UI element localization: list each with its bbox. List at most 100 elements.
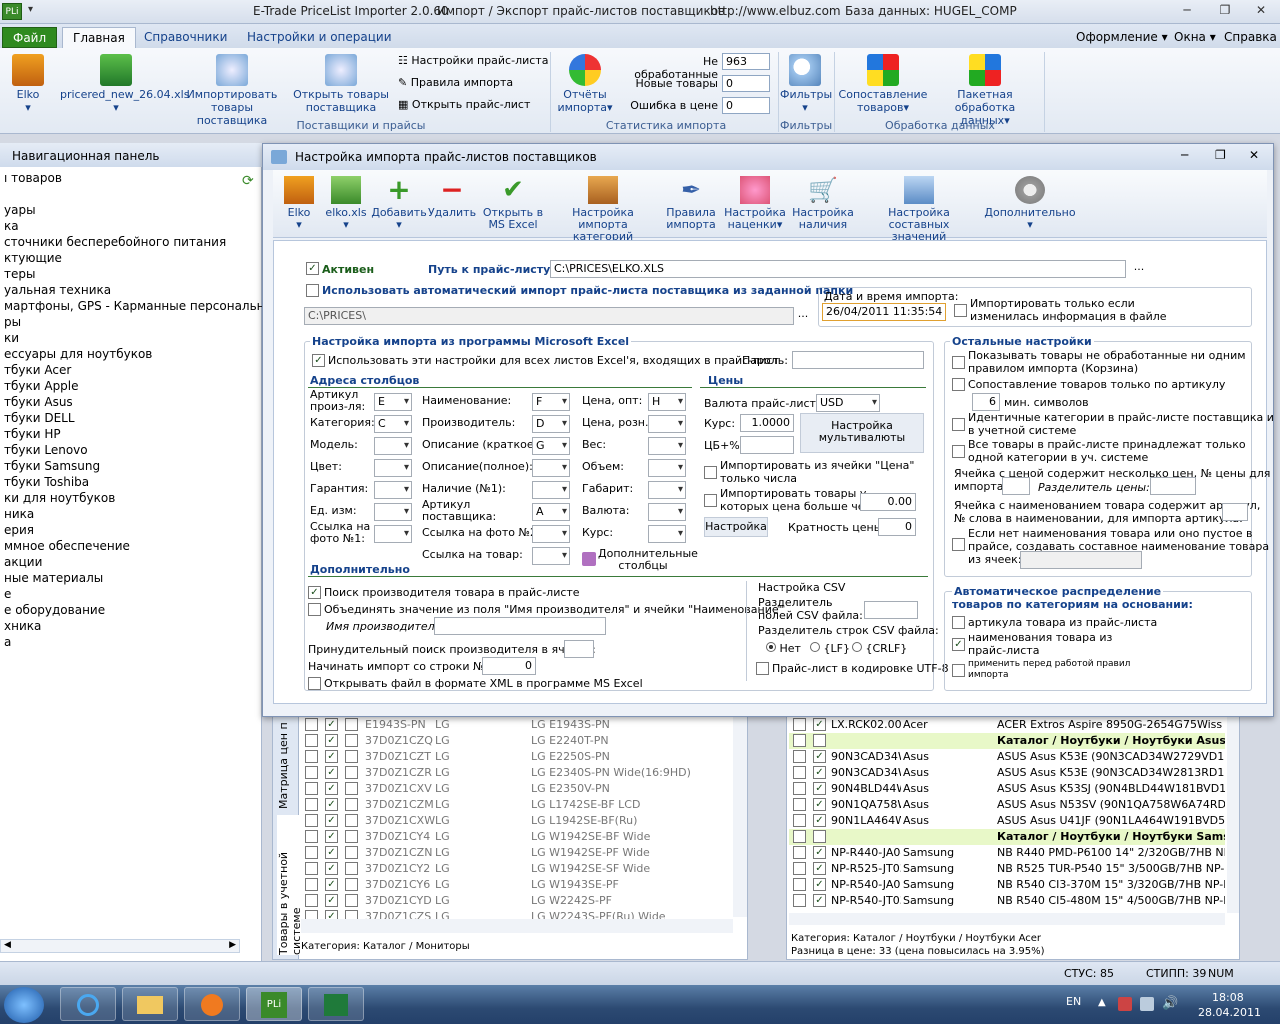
row-checkbox[interactable] bbox=[305, 750, 318, 763]
row-checkbox[interactable] bbox=[305, 846, 318, 859]
tab-price-matrix[interactable]: Матрица цен п bbox=[277, 719, 290, 809]
row-checkbox[interactable] bbox=[345, 878, 358, 891]
nav-tree[interactable]: ı товаров уары ка сточники бесперебойного п… bbox=[0, 171, 274, 951]
extra-columns-link[interactable]: Дополнительные столбцы bbox=[598, 548, 698, 572]
row-checkbox[interactable] bbox=[345, 862, 358, 875]
row-checkbox[interactable]: ✓ bbox=[325, 798, 338, 811]
maker-name-input[interactable] bbox=[434, 617, 606, 635]
find-maker-checkbox[interactable]: ✓ bbox=[308, 585, 321, 599]
table-row[interactable]: ✓ 90N1LA464W Asus ASUS Asus U41JF (90N1LA46… bbox=[789, 813, 1225, 829]
composite-name-checkbox[interactable] bbox=[952, 537, 965, 551]
pricelist-settings-link[interactable]: ☷ Настройки прайс-листа bbox=[398, 54, 548, 67]
table-row[interactable]: ✓ LX.RCK02.007 Acer ACER Extros Aspire 8950… bbox=[789, 717, 1225, 733]
row-checkbox[interactable] bbox=[793, 862, 806, 875]
row-checkbox[interactable]: ✓ bbox=[325, 734, 338, 747]
row-checkbox[interactable] bbox=[345, 894, 358, 907]
currency-select[interactable]: USD bbox=[816, 394, 880, 412]
table-row[interactable]: ✓ 90N1QA758W Asus ASUS Asus N53SV (90N1QA75… bbox=[789, 797, 1225, 813]
row-checkbox[interactable] bbox=[305, 782, 318, 795]
tray-arrow-icon[interactable]: ▲ bbox=[1098, 997, 1106, 1008]
taskbar-explorer-icon[interactable] bbox=[122, 987, 178, 1021]
table-row[interactable]: ✓ 37D0Z1CZM LG LG L1742SE-BF LCD bbox=[301, 797, 733, 813]
radio-none[interactable]: Нет bbox=[766, 642, 801, 655]
password-input[interactable] bbox=[792, 351, 924, 369]
tb-rules-button[interactable]: ✒ Правила импорта bbox=[663, 174, 719, 231]
column-select[interactable] bbox=[648, 525, 686, 543]
left-vscrollbar[interactable] bbox=[733, 717, 747, 917]
row-checkbox[interactable] bbox=[793, 878, 806, 891]
tb-more-button[interactable]: Дополнительно ▾ bbox=[983, 174, 1077, 231]
one-category-checkbox[interactable] bbox=[952, 444, 965, 458]
row-checkbox[interactable]: ✓ bbox=[813, 862, 826, 875]
table-row[interactable]: ✓ 90N3CAD34WAsus ASUS Asus K53E (90N3CAD34… bbox=[789, 765, 1225, 781]
row-checkbox[interactable] bbox=[345, 846, 358, 859]
row-checkbox[interactable] bbox=[305, 830, 318, 843]
column-select[interactable]: G bbox=[532, 437, 570, 455]
nav-item[interactable]: акции bbox=[4, 555, 42, 569]
row-checkbox[interactable]: ✓ bbox=[813, 798, 826, 811]
min-chars-input[interactable]: 6 bbox=[972, 393, 1000, 411]
row-checkbox[interactable] bbox=[345, 782, 358, 795]
row-checkbox[interactable]: ✓ bbox=[813, 814, 826, 827]
group-row[interactable]: Каталог / Ноутбуки / Ноутбуки Samsung bbox=[789, 829, 1225, 845]
nav-item[interactable]: уальная техника bbox=[4, 283, 111, 297]
table-row[interactable]: ✓ 37D0Z1CZQ LG LG E2240T-PN bbox=[301, 733, 733, 749]
nav-item[interactable]: тбуки Acer bbox=[4, 363, 71, 377]
row-checkbox[interactable]: ✓ bbox=[325, 862, 338, 875]
column-select[interactable] bbox=[648, 503, 686, 521]
price-setup-button[interactable]: Настройка bbox=[704, 517, 768, 537]
nav-item[interactable]: ммное обеспечение bbox=[4, 539, 130, 553]
row-checkbox[interactable] bbox=[345, 718, 358, 731]
row-checkbox[interactable] bbox=[793, 782, 806, 795]
batch-processing-button[interactable]: Пакетная обработка данных▾ bbox=[930, 54, 1040, 127]
start-button-icon[interactable] bbox=[4, 987, 44, 1023]
maximize-icon[interactable]: ❐ bbox=[1214, 3, 1236, 19]
table-row[interactable]: ✓ 37D0Z1CXW LG LG L1942SE-BF(Ru) bbox=[301, 813, 733, 829]
column-select[interactable] bbox=[374, 525, 412, 543]
nav-item[interactable]: ры bbox=[4, 315, 21, 329]
forced-search-input[interactable] bbox=[564, 640, 594, 658]
row-checkbox[interactable]: ✓ bbox=[325, 718, 338, 731]
refresh-icon[interactable]: ⟳ bbox=[242, 173, 260, 191]
elko-button[interactable]: Elko ▾ bbox=[6, 54, 50, 114]
row-checkbox[interactable] bbox=[793, 814, 806, 827]
nav-item[interactable]: ные материалы bbox=[4, 571, 103, 585]
rate-input[interactable]: 1.0000 bbox=[740, 414, 794, 432]
table-row[interactable]: ✓ 90N4BLD44W Asus ASUS Asus K53SJ (90N4BLD4… bbox=[789, 781, 1225, 797]
browse-folder-button[interactable]: ... bbox=[794, 307, 812, 325]
row-checkbox[interactable] bbox=[305, 862, 318, 875]
row-checkbox[interactable]: ✓ bbox=[325, 782, 338, 795]
row-checkbox[interactable] bbox=[793, 846, 806, 859]
column-select[interactable]: H bbox=[648, 393, 686, 411]
row-checkbox[interactable] bbox=[813, 830, 826, 843]
tb-delete-button[interactable]: − Удалить bbox=[427, 174, 477, 219]
nav-item[interactable]: е оборудование bbox=[4, 603, 105, 617]
nav-item[interactable]: теры bbox=[4, 267, 35, 281]
nav-item[interactable]: е bbox=[4, 587, 11, 601]
row-checkbox[interactable] bbox=[305, 766, 318, 779]
price-separator-input[interactable] bbox=[1150, 477, 1196, 495]
row-checkbox[interactable]: ✓ bbox=[813, 894, 826, 907]
right-hscrollbar[interactable] bbox=[789, 913, 1225, 925]
datetime-input[interactable]: 26/04/2011 11:35:54 bbox=[822, 303, 946, 321]
nav-item[interactable]: а bbox=[4, 635, 11, 649]
minimize-icon[interactable]: ─ bbox=[1176, 3, 1198, 19]
nav-hscrollbar[interactable]: ◀ ▶ bbox=[0, 939, 240, 953]
nav-item[interactable]: мартфоны, GPS - Карманные персональны bbox=[4, 299, 274, 313]
nav-item[interactable]: ерия bbox=[4, 523, 34, 537]
composite-cells-input[interactable] bbox=[1020, 551, 1142, 569]
tb-elko-xls-button[interactable]: elko.xls ▾ bbox=[323, 174, 369, 231]
nav-item[interactable]: ка bbox=[4, 219, 19, 233]
nav-item[interactable]: тбуки Lenovo bbox=[4, 443, 88, 457]
column-select[interactable] bbox=[648, 437, 686, 455]
column-select[interactable] bbox=[532, 459, 570, 477]
match-goods-button[interactable]: Сопоставление товаров▾ bbox=[838, 54, 928, 114]
folder-input[interactable]: C:\PRICES\ bbox=[304, 307, 794, 325]
row-checkbox[interactable] bbox=[345, 734, 358, 747]
table-row[interactable]: ✓ 37D0Z1CZN LG LG W1942SE-PF Wide bbox=[301, 845, 733, 861]
row-checkbox[interactable]: ✓ bbox=[325, 878, 338, 891]
row-checkbox[interactable] bbox=[305, 878, 318, 891]
tb-category-import-button[interactable]: Настройка импорта категорий bbox=[547, 174, 659, 243]
all-sheets-checkbox[interactable]: ✓ bbox=[312, 353, 325, 367]
taskbar-excel-icon[interactable] bbox=[308, 987, 364, 1021]
